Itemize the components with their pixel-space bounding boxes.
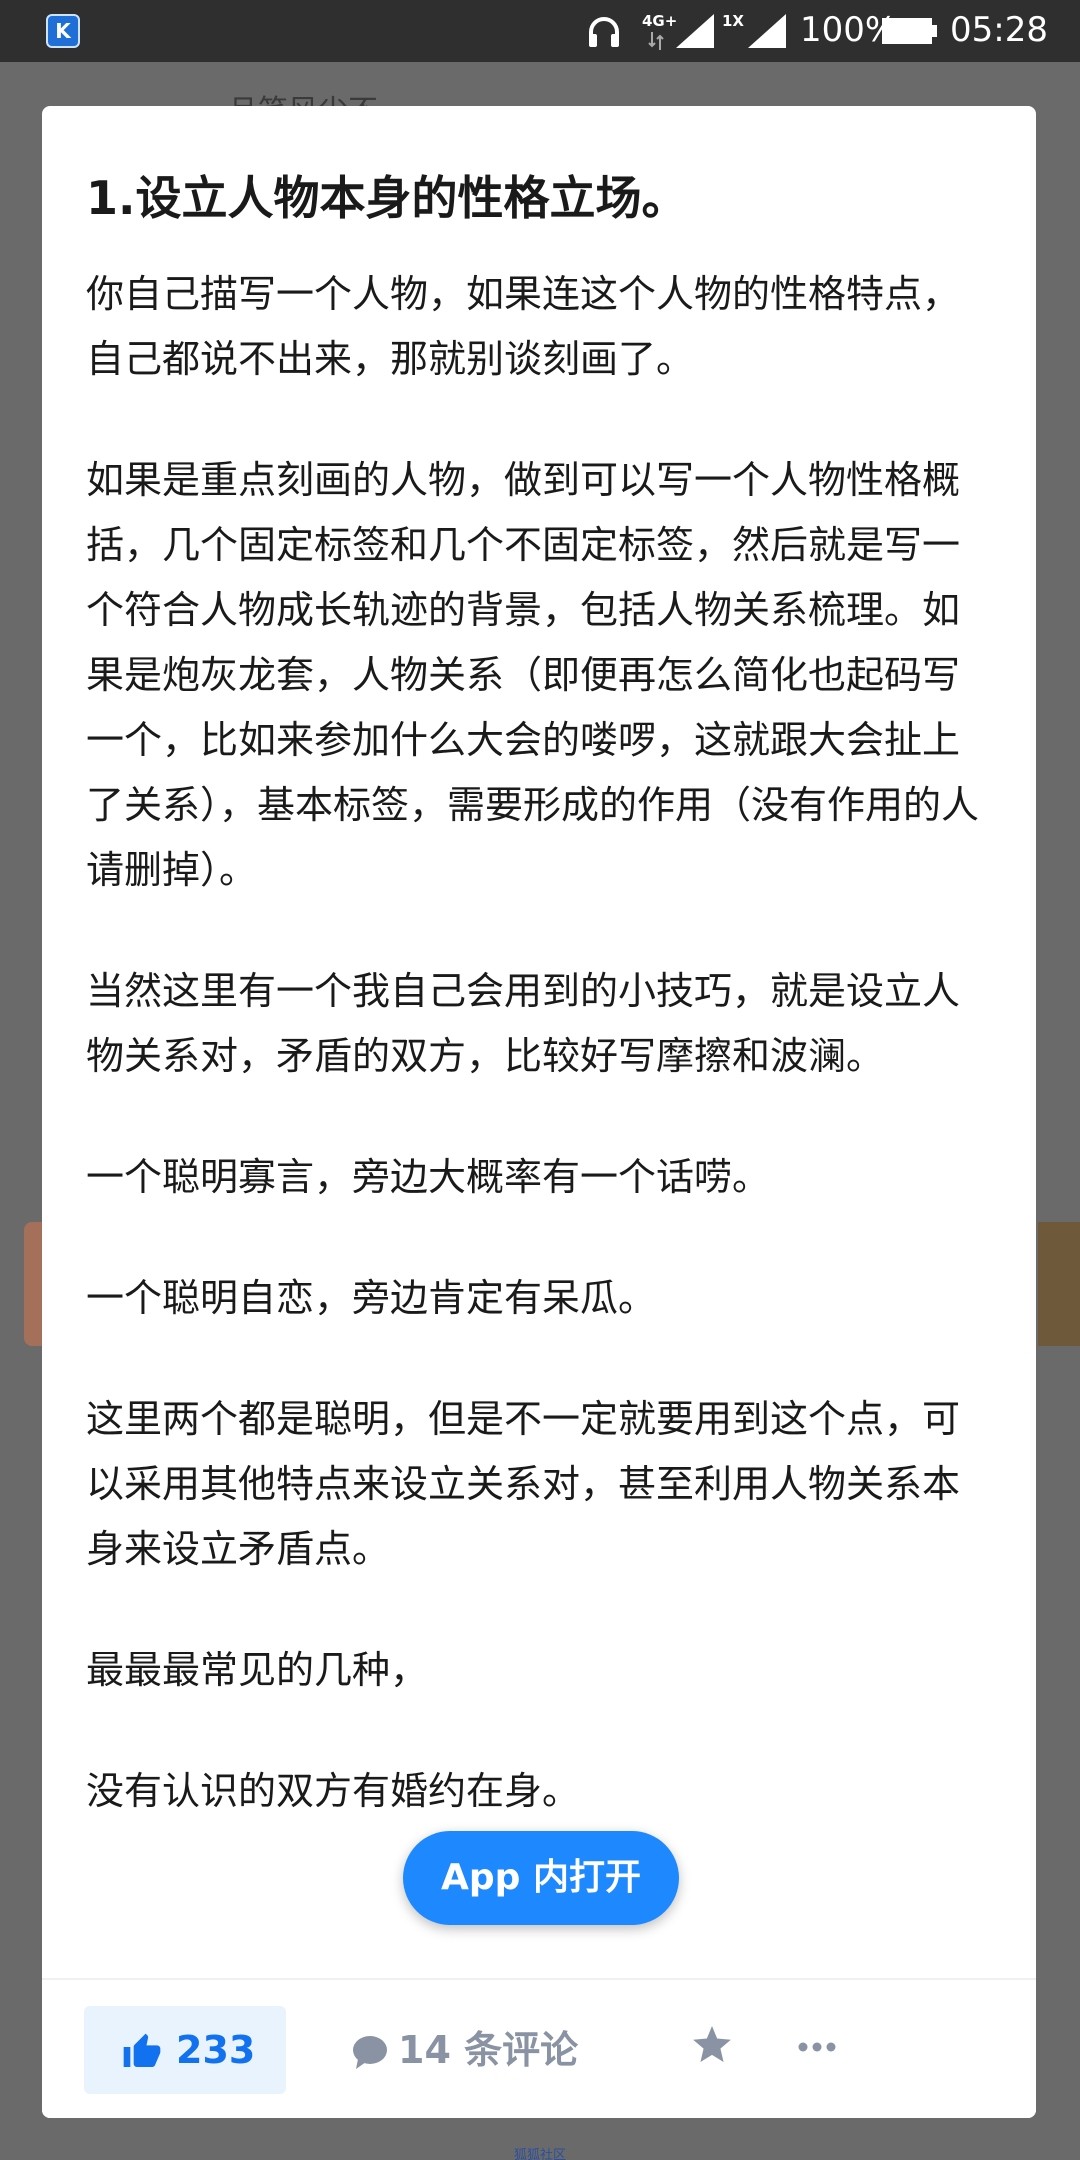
- clock: 05:28: [950, 10, 1048, 50]
- article-paragraph: 这里两个都是聪明，但是不一定就要用到这个点，可以采用其他特点来设立关系对，甚至利…: [86, 1397, 961, 1572]
- status-bar: K 4G+ 1X 100% 05:28: [0, 0, 1080, 62]
- network-type-label: 4G+: [642, 12, 678, 30]
- app-notification-icon: K: [46, 14, 80, 48]
- article-paragraph: 没有认识的双方有婚约在身。: [86, 1769, 581, 1814]
- comment-bubble-icon: [353, 2036, 387, 2069]
- article-body: 你自己描写一个人物，如果连这个人物的性格特点，自己都说不出来，那就别谈刻画了。 …: [86, 262, 986, 1824]
- article-paragraph: 一个聪明寡言，旁边大概率有一个话唠。: [86, 1155, 771, 1200]
- article-paragraph: 如果是重点刻画的人物，做到可以写一个人物性格概括，几个固定标签和几个不固定标签，…: [86, 458, 980, 893]
- thumbs-up-icon: [123, 2033, 161, 2067]
- headphones-icon: [589, 17, 619, 47]
- signal-strength-icon: [676, 14, 714, 48]
- sim2-network-label: 1X: [722, 12, 745, 30]
- battery-icon: [882, 18, 937, 44]
- article-paragraph: 最最最常见的几种，: [86, 1648, 429, 1693]
- article-content: 1.设立人物本身的性格立场。 你自己描写一个人物，如果连这个人物的性格特点，自己…: [86, 166, 986, 1880]
- article-paragraph: 一个聪明自恋，旁边肯定有呆瓜。: [86, 1276, 657, 1321]
- article-paragraph: 你自己描写一个人物，如果连这个人物的性格特点，自己都说不出来，那就别谈刻画了。: [86, 272, 961, 382]
- more-options-icon[interactable]: [798, 2042, 836, 2052]
- background-card-right: [1038, 1222, 1080, 1346]
- open-in-app-button[interactable]: App 内打开: [403, 1831, 679, 1925]
- favorite-star-icon[interactable]: [692, 2026, 732, 2064]
- article-paragraph: 当然这里有一个我自己会用到的小技巧，就是设立人物关系对，矛盾的双方，比较好写摩擦…: [86, 969, 961, 1079]
- like-button[interactable]: 233: [84, 2006, 286, 2094]
- like-count: 233: [176, 2028, 256, 2072]
- action-bar: 233 14 条评论: [42, 1978, 1036, 2118]
- footer-link[interactable]: 狐狐社区: [0, 2144, 1080, 2160]
- comment-count-label: 14 条评论: [398, 2028, 579, 2072]
- data-arrows-icon: [648, 32, 664, 50]
- article-modal: 1.设立人物本身的性格立场。 你自己描写一个人物，如果连这个人物的性格特点，自己…: [42, 106, 1036, 2118]
- signal-strength-2-icon: [748, 14, 786, 48]
- article-title: 1.设立人物本身的性格立场。: [86, 171, 688, 225]
